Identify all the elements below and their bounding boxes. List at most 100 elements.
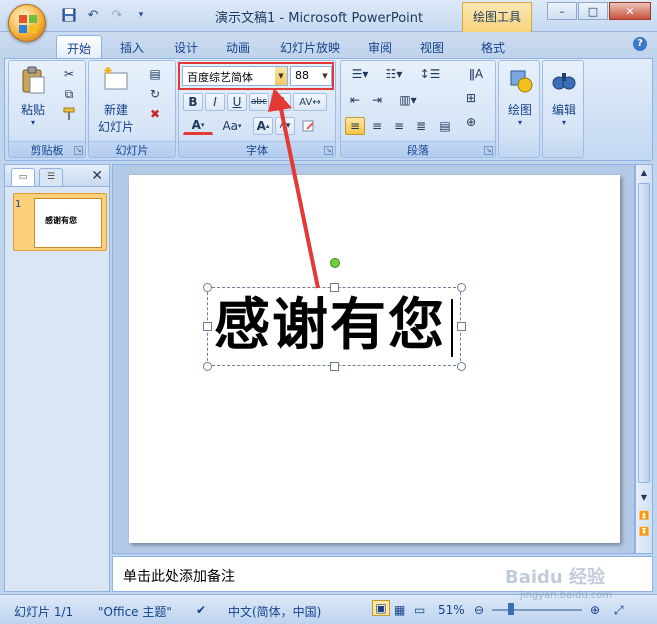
slide-headline-text[interactable]: 感谢有您 [214, 291, 446, 361]
rotation-handle[interactable] [330, 258, 340, 268]
slide-sorter-icon[interactable]: ▦ [394, 603, 405, 617]
theme-status[interactable]: "Office 主题" [98, 603, 172, 620]
copy-icon[interactable]: ⧉ [59, 85, 79, 103]
cut-icon[interactable]: ✂ [59, 65, 79, 83]
scroll-up-icon[interactable]: ▲ [637, 166, 651, 180]
underline-button[interactable]: U [227, 93, 247, 111]
paste-button[interactable]: 粘贴 ▾ [15, 65, 51, 127]
zoom-in-icon[interactable]: ⊕ [590, 603, 600, 617]
close-button[interactable]: ✕ [609, 2, 651, 20]
font-dialog-launcher[interactable]: ↘ [324, 146, 333, 155]
font-color-button[interactable]: A ▾ [183, 117, 213, 135]
font-size-select[interactable]: 88 ▼ [290, 66, 332, 86]
bold-button[interactable]: B [183, 93, 203, 111]
align-center-button[interactable]: ≡ [367, 117, 387, 135]
resize-handle-bottom[interactable] [330, 362, 339, 371]
justify-button[interactable]: ≣ [411, 117, 431, 135]
redo-icon[interactable]: ↷ [108, 6, 126, 24]
format-painter-icon[interactable] [59, 105, 79, 123]
minimize-button[interactable]: – [547, 2, 577, 20]
slideshow-view-icon[interactable]: ▭ [414, 603, 425, 617]
language-status[interactable]: 中文(简体，中国) [228, 603, 321, 620]
previous-slide-icon[interactable]: ⏫ [637, 509, 651, 523]
window-controls: – □ ✕ [547, 2, 651, 20]
tab-home[interactable]: 开始 [56, 35, 102, 58]
zoom-slider[interactable] [492, 609, 582, 611]
smartart-icon[interactable]: ⊕ [461, 113, 481, 131]
italic-button[interactable]: I [205, 93, 225, 111]
layout-icon[interactable]: ▤ [145, 65, 165, 83]
resize-handle-bottom-right[interactable] [457, 362, 466, 371]
tab-review[interactable]: 审阅 [360, 35, 400, 58]
font-size-chevron-down-icon[interactable]: ▼ [319, 67, 331, 85]
spell-check-icon[interactable]: ✔ [196, 603, 206, 617]
shadow-button[interactable]: S [271, 93, 291, 111]
new-slide-button[interactable]: 新建 幻灯片 [93, 65, 139, 135]
customize-qat-chevron-down-icon[interactable]: ▾ [132, 6, 150, 24]
delete-slide-icon[interactable]: ✖ [145, 105, 165, 123]
zoom-slider-thumb[interactable] [508, 603, 514, 615]
notes-placeholder: 单击此处添加备注 [123, 569, 235, 585]
save-icon[interactable] [60, 6, 78, 24]
maximize-button[interactable]: □ [578, 2, 608, 20]
character-spacing-icon[interactable]: AV↔ [293, 93, 327, 111]
clipboard-dialog-launcher[interactable]: ↘ [74, 146, 83, 155]
undo-icon[interactable]: ↶ [84, 6, 102, 24]
normal-view-icon[interactable]: ▣ [372, 600, 390, 616]
resize-handle-bottom-left[interactable] [203, 362, 212, 371]
increase-indent-icon[interactable]: ⇥ [367, 91, 387, 109]
slides-group: 新建 幻灯片 ▤ ↻ ✖ 幻灯片 [88, 60, 176, 158]
window-title: 演示文稿1 - Microsoft PowerPoint [215, 11, 424, 26]
help-icon[interactable]: ? [633, 37, 647, 51]
new-slide-label-line2: 幻灯片 [97, 120, 134, 134]
tab-view[interactable]: 视图 [412, 35, 452, 58]
fit-to-window-icon[interactable]: ⤢ [614, 603, 624, 618]
resize-handle-left[interactable] [203, 322, 212, 331]
slide-thumbnail[interactable]: 感谢有您 [13, 193, 107, 251]
paste-label: 粘贴 [20, 103, 45, 117]
scroll-down-icon[interactable]: ▼ [637, 491, 651, 505]
scrollbar-thumb[interactable] [638, 183, 650, 483]
font-name-chevron-down-icon[interactable]: ▼ [275, 67, 287, 85]
drawing-button[interactable]: 绘图 ▾ [503, 65, 537, 127]
zoom-out-icon[interactable]: ⊖ [474, 603, 484, 617]
resize-handle-top-right[interactable] [457, 283, 466, 292]
columns-icon[interactable]: ▥▾ [393, 91, 423, 109]
shrink-font-icon[interactable]: A▾ [275, 117, 295, 135]
zoom-level[interactable]: 51% [438, 603, 465, 617]
new-slide-icon [104, 67, 128, 90]
font-name-select[interactable]: 百度综艺简体 ▼ [182, 66, 288, 86]
text-direction-icon[interactable]: ǁA [461, 65, 491, 83]
resize-handle-top-left[interactable] [203, 283, 212, 292]
resize-handle-top[interactable] [330, 283, 339, 292]
numbering-icon[interactable]: ☷▾ [379, 65, 409, 83]
strikethrough-button[interactable]: abc [249, 93, 269, 111]
tab-slideshow[interactable]: 幻灯片放映 [272, 35, 348, 58]
tab-insert[interactable]: 插入 [112, 35, 152, 58]
tab-design[interactable]: 设计 [166, 35, 206, 58]
next-slide-icon[interactable]: ⏬ [637, 525, 651, 539]
editing-button[interactable]: 编辑 ▾ [547, 65, 581, 127]
align-right-button[interactable]: ≡ [389, 117, 409, 135]
clear-formatting-icon[interactable] [299, 117, 319, 135]
resize-handle-right[interactable] [457, 322, 466, 331]
line-spacing-icon[interactable]: ↕☰ [415, 65, 445, 83]
slide-count-status: 幻灯片 1/1 [14, 605, 74, 619]
outline-tab-icon[interactable]: ☰ [39, 168, 63, 186]
decrease-indent-icon[interactable]: ⇤ [345, 91, 365, 109]
reset-icon[interactable]: ↻ [145, 85, 165, 103]
change-case-button[interactable]: Aa ▾ [217, 117, 247, 135]
grow-font-label: A [256, 119, 266, 133]
paragraph-dialog-launcher[interactable]: ↘ [484, 146, 493, 155]
office-button[interactable] [8, 4, 46, 42]
align-left-button[interactable]: ≡ [345, 117, 365, 135]
slides-pane-close-icon[interactable]: ✕ [91, 168, 103, 184]
tab-format[interactable]: 格式 [470, 35, 516, 58]
grow-font-button[interactable]: A ▴ [253, 117, 273, 135]
vertical-scrollbar[interactable]: ▲ ▼ ⏫ ⏬ [635, 164, 653, 554]
bullets-icon[interactable]: ☰▾ [345, 65, 375, 83]
slides-tab-icon[interactable]: ▭ [11, 168, 35, 186]
distribute-button[interactable]: ▤ [435, 117, 455, 135]
align-text-icon[interactable]: ⊞ [461, 89, 481, 107]
tab-animations[interactable]: 动画 [218, 35, 258, 58]
